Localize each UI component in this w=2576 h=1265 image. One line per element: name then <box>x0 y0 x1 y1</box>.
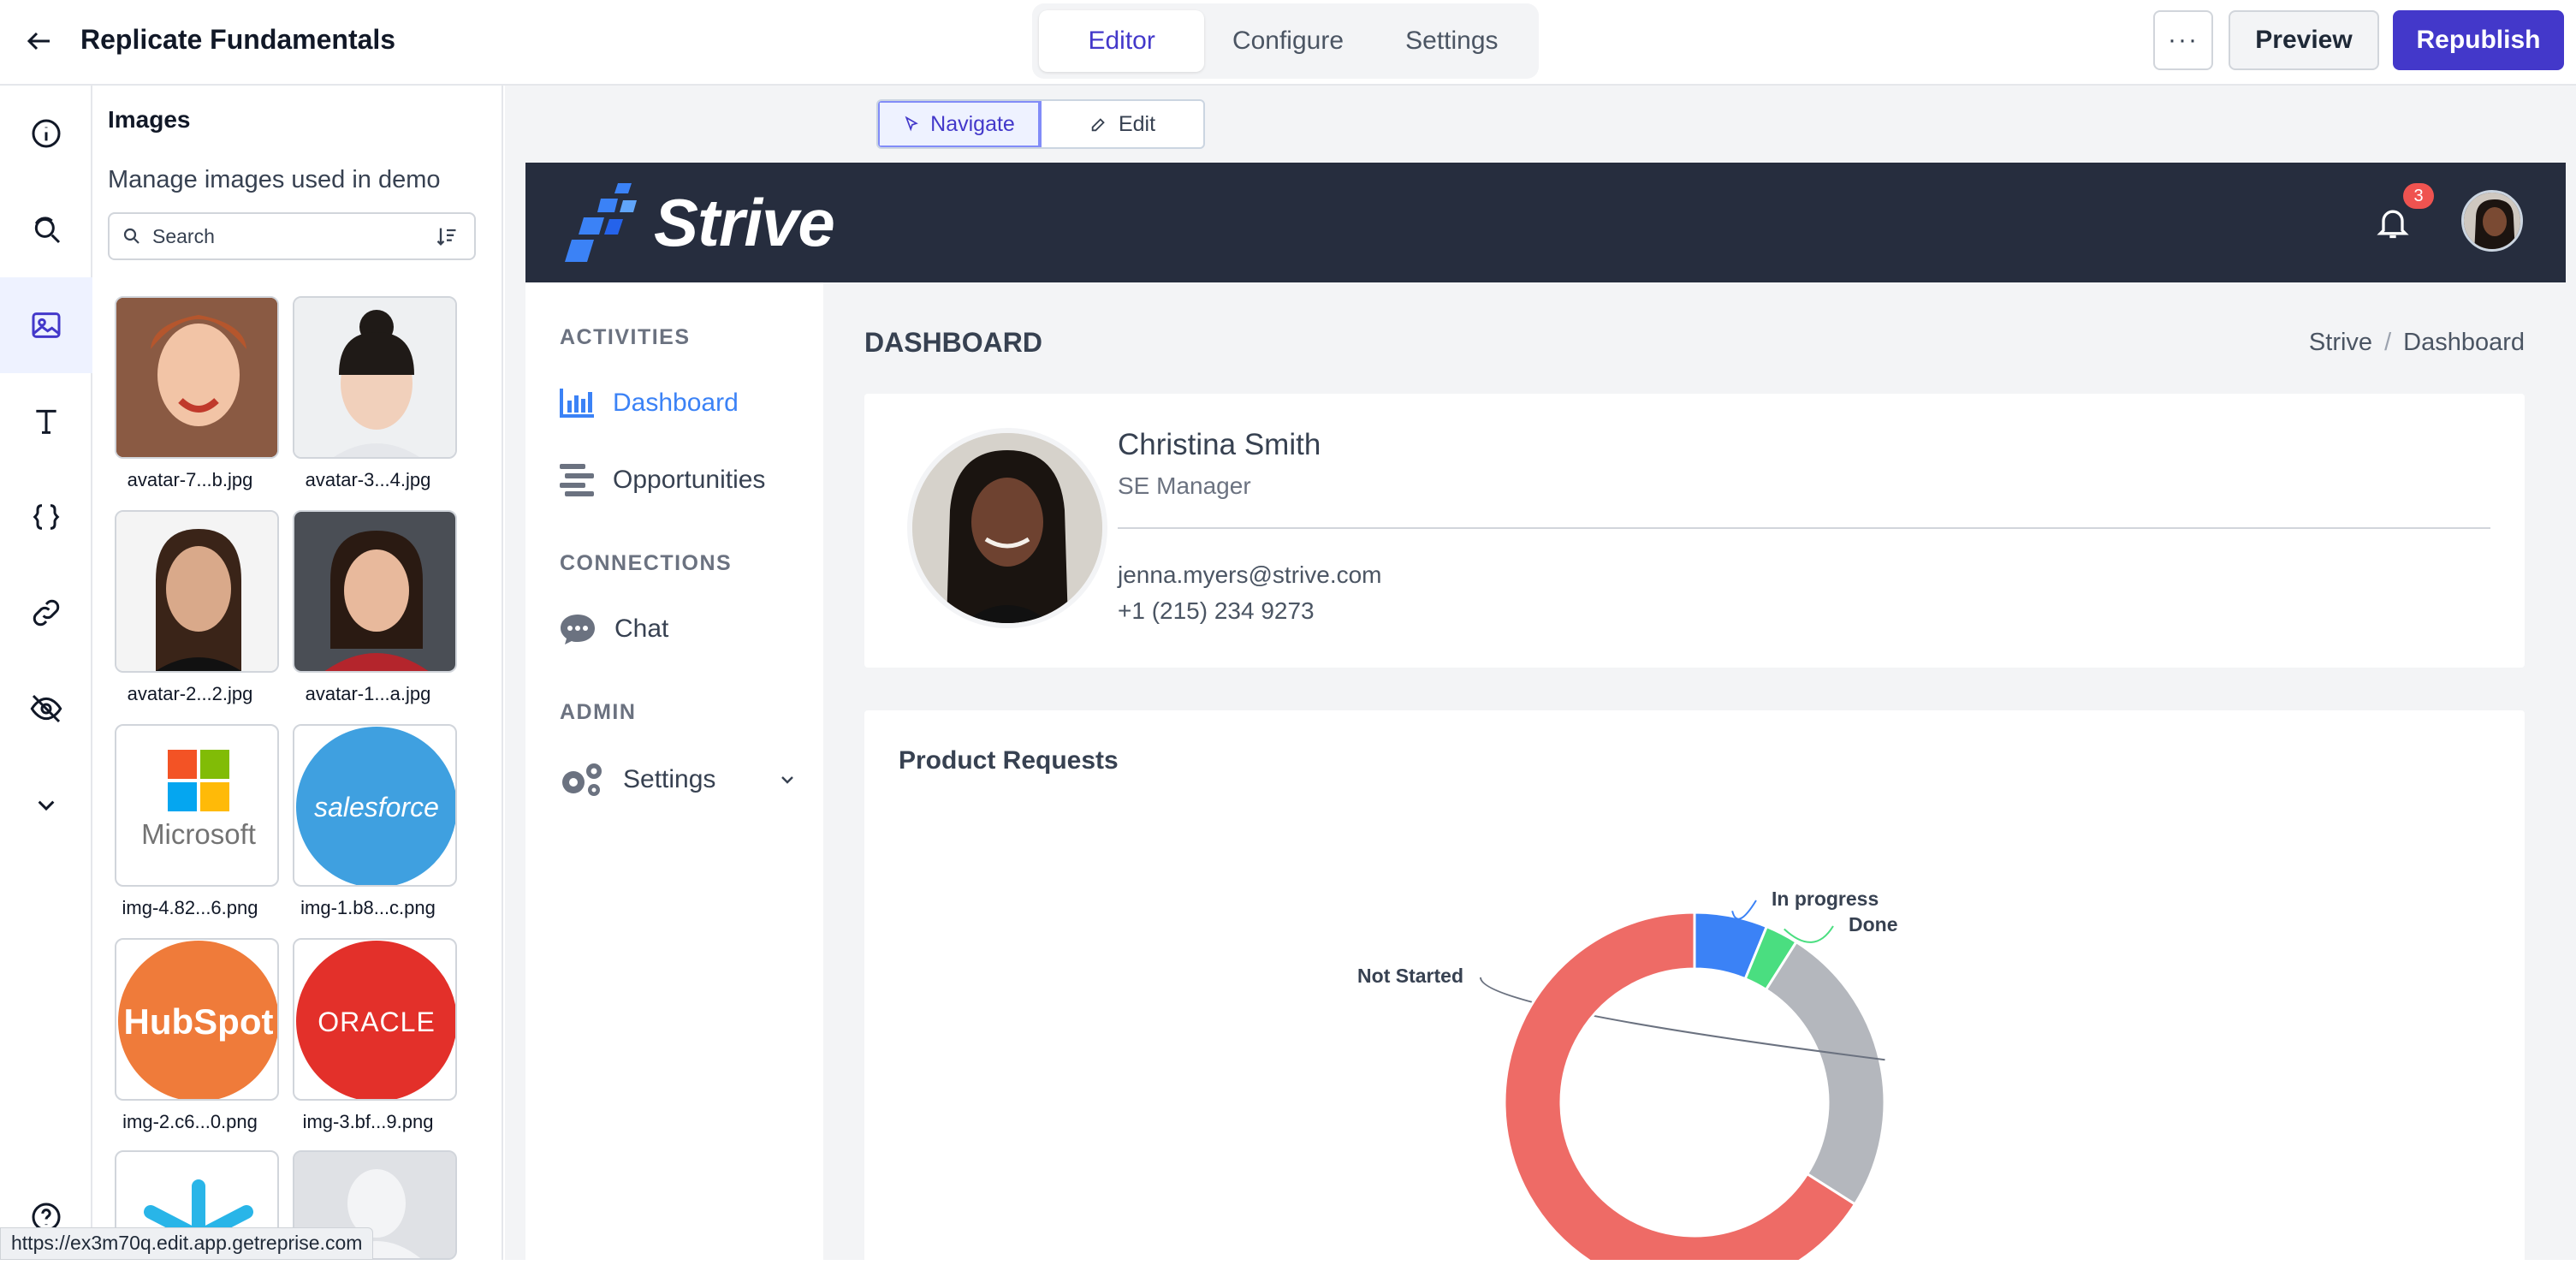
gears-icon <box>562 763 602 796</box>
navigate-label: Navigate <box>930 111 1015 136</box>
navigate-mode-button[interactable]: Navigate <box>878 101 1042 147</box>
breadcrumb-separator: / <box>2384 329 2392 356</box>
logo-text: Microsoft <box>141 818 256 850</box>
nav-label: Chat <box>614 615 669 643</box>
edit-mode-button[interactable]: Edit <box>1042 101 1203 147</box>
chevron-down-icon[interactable] <box>777 769 798 790</box>
image-search-input[interactable]: Search <box>108 212 476 260</box>
status-url-bar: https://ex3m70q.edit.app.getreprise.com <box>0 1227 374 1260</box>
chat-icon <box>561 615 595 644</box>
editor-tabs: Editor Configure Settings <box>1032 3 1539 79</box>
breadcrumb-root[interactable]: Strive <box>2309 329 2372 357</box>
demo-header: Strive 3 <box>525 163 2566 282</box>
notification-badge: 3 <box>2403 183 2434 209</box>
nav-item-chat[interactable]: Chat <box>560 613 668 645</box>
profile-role: SE Manager <box>1118 472 1251 499</box>
thumbnail-caption: avatar-2...2.jpg <box>127 683 253 704</box>
panel-subtitle: Manage images used in demo <box>108 166 441 193</box>
mode-toggle: Navigate Edit <box>876 99 1205 149</box>
panel-title: Images <box>108 106 191 133</box>
images-panel: Images Manage images used in demo Search… <box>92 86 503 1260</box>
page-title: DASHBOARD <box>864 327 1042 358</box>
thumbnail-caption: img-4.82...6.png <box>122 897 258 918</box>
oracle-logo-thumbnail[interactable]: ORACLE <box>293 938 457 1101</box>
nav-section-activities: ACTIVITIES <box>560 325 691 349</box>
tool-rail <box>0 86 92 1260</box>
edit-label: Edit <box>1118 111 1156 136</box>
thumbnail-caption: img-1.b8...c.png <box>300 897 436 918</box>
product-requests-card: Product Requests In progress Done Not Star… <box>864 710 2525 1260</box>
code-braces-icon[interactable] <box>0 469 92 565</box>
logo-text: ORACLE <box>318 1007 436 1037</box>
donut-chart: In progress Done Not Started <box>1357 888 1898 1260</box>
logo-text: HubSpot <box>124 1001 274 1042</box>
back-arrow-icon[interactable] <box>22 24 56 58</box>
demo-sidebar: ACTIVITIES Dashboard Opportunities CONNE… <box>525 282 823 1260</box>
cursor-icon <box>905 116 919 132</box>
donut-slice[interactable] <box>1764 940 1886 1207</box>
strive-mark-icon <box>565 183 637 262</box>
image-icon[interactable] <box>0 277 92 373</box>
avatar-thumbnail[interactable] <box>115 296 279 459</box>
breadcrumb: Strive / Dashboard <box>2309 329 2525 357</box>
more-options-button[interactable]: ··· <box>2153 10 2213 70</box>
nav-item-opportunities[interactable]: Opportunities <box>560 464 765 496</box>
profile-card: Christina Smith SE Manager jenna.myers@s… <box>864 394 2525 668</box>
salesforce-logo-thumbnail[interactable]: salesforce <box>293 724 457 887</box>
logo-text: salesforce <box>314 792 439 823</box>
republish-button[interactable]: Republish <box>2393 10 2564 70</box>
breadcrumb-current: Dashboard <box>2403 329 2525 356</box>
profile-name: Christina Smith <box>1118 428 1321 461</box>
top-bar: Replicate Fundamentals Editor Configure … <box>0 0 2576 86</box>
slice-label: In progress <box>1772 888 1879 910</box>
demo-app: Strive 3 ACTIVITIES Dashboard Opportunit… <box>525 163 2566 1260</box>
thumbnail-caption: avatar-7...b.jpg <box>127 469 253 490</box>
search-placeholder: Search <box>152 224 215 247</box>
tab-settings[interactable]: Settings <box>1372 10 1532 72</box>
preview-button[interactable]: Preview <box>2229 10 2379 70</box>
divider <box>1118 527 2490 529</box>
thumbnail-caption: img-2.c6...0.png <box>122 1111 258 1132</box>
avatar-thumbnail[interactable] <box>115 510 279 673</box>
edit-icon <box>1091 118 1105 132</box>
nav-item-dashboard[interactable]: Dashboard <box>560 389 739 418</box>
nav-label: Dashboard <box>613 389 739 417</box>
nav-section-connections: CONNECTIONS <box>560 551 733 575</box>
list-icon <box>560 464 594 496</box>
link-icon[interactable] <box>0 565 92 661</box>
nav-section-admin: ADMIN <box>560 700 637 724</box>
profile-photo[interactable] <box>907 428 1107 628</box>
chevron-down-icon[interactable] <box>0 757 92 852</box>
tab-editor[interactable]: Editor <box>1039 10 1205 72</box>
nav-item-settings[interactable]: Settings <box>560 762 798 798</box>
strive-logo[interactable]: Strive <box>565 181 835 264</box>
hubspot-logo-thumbnail[interactable]: HubSpot <box>115 938 279 1101</box>
nav-label: Settings <box>623 765 716 793</box>
bar-chart-icon <box>560 389 594 418</box>
search-icon <box>123 228 139 244</box>
slice-label: Not Started <box>1357 965 1463 987</box>
text-icon[interactable] <box>0 373 92 469</box>
thumbnail-caption: avatar-3...4.jpg <box>305 469 431 490</box>
profile-email: jenna.myers@strive.com <box>1118 561 1382 588</box>
thumbnail-caption: avatar-1...a.jpg <box>305 683 431 704</box>
thumbnail-caption: img-3.bf...9.png <box>302 1111 434 1132</box>
microsoft-logo-thumbnail[interactable]: Microsoft <box>115 724 279 887</box>
avatar-thumbnail[interactable] <box>293 510 457 673</box>
slice-label: Done <box>1849 913 1898 935</box>
info-icon[interactable] <box>0 86 92 181</box>
nav-label: Opportunities <box>613 466 766 494</box>
profile-phone: +1 (215) 234 9273 <box>1118 597 1315 624</box>
app-title: Replicate Fundamentals <box>80 24 396 55</box>
search-refresh-icon[interactable] <box>0 181 92 277</box>
eye-off-icon[interactable] <box>0 661 92 757</box>
brand-name: Strive <box>654 184 835 260</box>
sort-icon[interactable] <box>435 224 459 248</box>
user-avatar[interactable] <box>2461 190 2523 252</box>
dashboard-content: DASHBOARD Strive / Dashboard Christina S… <box>823 282 2566 1260</box>
bell-icon[interactable] <box>2374 204 2412 241</box>
avatar-thumbnail[interactable] <box>293 296 457 459</box>
tab-configure[interactable]: Configure <box>1208 10 1368 72</box>
